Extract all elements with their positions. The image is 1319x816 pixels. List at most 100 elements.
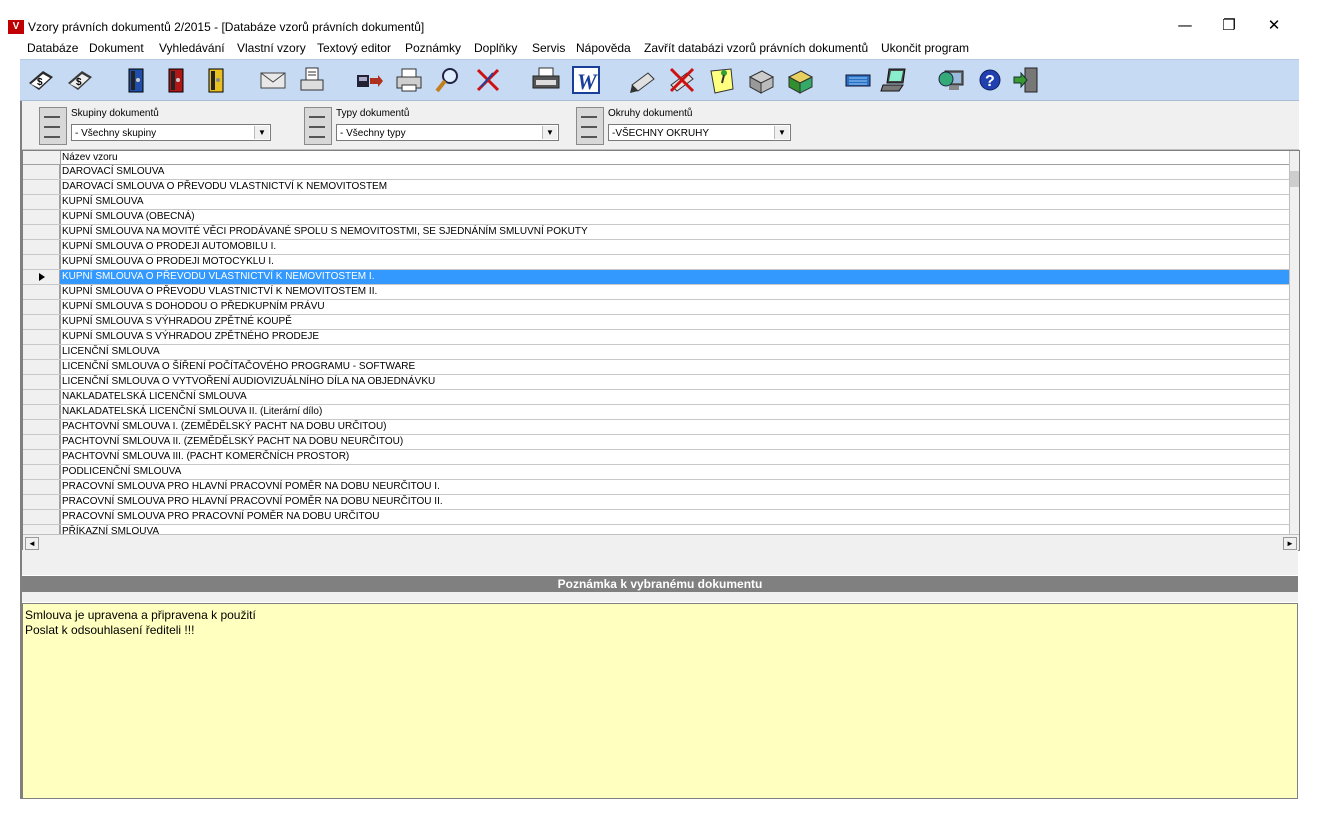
row-indicator[interactable] [23, 180, 60, 194]
table-row[interactable]: PODLICENČNÍ SMLOUVA [23, 465, 1289, 480]
pen-cross-button[interactable] [666, 64, 698, 96]
table-row[interactable]: KUPNÍ SMLOUVA S VÝHRADOU ZPĚTNÉ KOUPĚ [23, 315, 1289, 330]
close-button[interactable]: ✕ [1252, 10, 1296, 40]
row-indicator[interactable] [23, 210, 60, 224]
menu-textovy-editor[interactable]: Textový editor [317, 41, 391, 55]
row-indicator[interactable] [23, 495, 60, 509]
row-indicator[interactable] [23, 450, 60, 464]
horizontal-scrollbar[interactable]: ◄ ► [23, 534, 1299, 550]
yellow-binder-button[interactable] [200, 64, 232, 96]
help-button[interactable]: ? [974, 64, 1006, 96]
groups-select[interactable]: - Všechny skupiny ▼ [71, 124, 271, 141]
menu-ukoncit-program[interactable]: Ukončit program [881, 41, 969, 55]
exit-door-button[interactable] [1010, 64, 1042, 96]
menu-vyhledavani[interactable]: Vyhledávání [159, 41, 225, 55]
menu-dokument[interactable]: Dokument [89, 41, 144, 55]
printer-document-button[interactable] [296, 64, 328, 96]
note-textarea[interactable]: Smlouva je upravena a připravena k použi… [22, 603, 1298, 799]
pen-button[interactable] [627, 64, 659, 96]
table-row[interactable]: KUPNÍ SMLOUVA (OBECNÁ) [23, 210, 1289, 225]
row-indicator[interactable] [23, 240, 60, 254]
menu-servis[interactable]: Servis [532, 41, 565, 55]
table-row[interactable]: DAROVACÍ SMLOUVA O PŘEVODU VLASTNICTVÍ K… [23, 180, 1289, 195]
areas-select[interactable]: -VŠECHNY OKRUHY ▼ [608, 124, 791, 141]
table-row[interactable]: KUPNÍ SMLOUVA [23, 195, 1289, 210]
types-select[interactable]: - Všechny typy ▼ [336, 124, 559, 141]
book-dollar-button[interactable]: $ [25, 64, 57, 96]
table-row[interactable]: LICENČNÍ SMLOUVA O ŠÍŘENÍ POČÍTAČOVÉHO P… [23, 360, 1289, 375]
row-indicator[interactable] [23, 345, 60, 359]
row-indicator[interactable] [23, 390, 60, 404]
chevron-down-icon[interactable]: ▼ [774, 126, 789, 139]
table-row[interactable]: LICENČNÍ SMLOUVA O VYTVOŘENÍ AUDIOVIZUÁL… [23, 375, 1289, 390]
box-arrow-button[interactable] [784, 64, 816, 96]
cabinet-button[interactable] [745, 64, 777, 96]
row-indicator[interactable] [23, 315, 60, 329]
row-indicator[interactable] [23, 435, 60, 449]
menu-poznamky[interactable]: Poznámky [405, 41, 461, 55]
row-indicator[interactable] [23, 420, 60, 434]
cross-pencils-button[interactable] [472, 64, 504, 96]
row-indicator[interactable] [23, 465, 60, 479]
row-indicator[interactable] [23, 405, 60, 419]
printer-button[interactable] [393, 64, 425, 96]
vertical-scrollbar[interactable] [1289, 151, 1299, 534]
splitter[interactable] [22, 550, 1298, 575]
row-indicator[interactable] [23, 255, 60, 269]
row-indicator[interactable] [23, 285, 60, 299]
table-row[interactable]: PACHTOVNÍ SMLOUVA II. (ZEMĚDĚLSKÝ PACHT … [23, 435, 1289, 450]
table-row[interactable]: LICENČNÍ SMLOUVA [23, 345, 1289, 360]
scroll-left-icon[interactable]: ◄ [25, 537, 39, 550]
table-row[interactable]: NAKLADATELSKÁ LICENČNÍ SMLOUVA II. (Lite… [23, 405, 1289, 420]
table-row[interactable]: KUPNÍ SMLOUVA O PRODEJI AUTOMOBILU I. [23, 240, 1289, 255]
menu-vlastni-vzory[interactable]: Vlastní vzory [237, 41, 306, 55]
globe-monitor-button[interactable] [936, 64, 968, 96]
row-indicator[interactable] [23, 480, 60, 494]
table-row[interactable]: KUPNÍ SMLOUVA S VÝHRADOU ZPĚTNÉHO PRODEJ… [23, 330, 1289, 345]
table-row[interactable]: KUPNÍ SMLOUVA O PŘEVODU VLASTNICTVÍ K NE… [23, 285, 1289, 300]
row-indicator[interactable] [23, 270, 60, 284]
envelope-button[interactable] [257, 64, 289, 96]
row-indicator[interactable] [23, 300, 60, 314]
blue-binder-button[interactable] [120, 64, 152, 96]
menu-doplnky[interactable]: Doplňky [474, 41, 517, 55]
word-button[interactable]: W [570, 64, 602, 96]
table-row[interactable]: NAKLADATELSKÁ LICENČNÍ SMLOUVA [23, 390, 1289, 405]
export-button[interactable] [353, 64, 385, 96]
chevron-down-icon[interactable]: ▼ [254, 126, 269, 139]
table-row[interactable]: KUPNÍ SMLOUVA S DOHODOU O PŘEDKUPNÍM PRÁ… [23, 300, 1289, 315]
types-filter-icon[interactable] [304, 107, 332, 145]
book-dollar-alt-button[interactable]: $ [64, 64, 96, 96]
scroll-right-icon[interactable]: ► [1283, 537, 1297, 550]
table-row[interactable]: KUPNÍ SMLOUVA O PŘEVODU VLASTNICTVÍ K NE… [23, 270, 1289, 285]
magnifier-button[interactable] [432, 64, 464, 96]
row-indicator[interactable] [23, 360, 60, 374]
table-row[interactable]: DAROVACÍ SMLOUVA [23, 165, 1289, 180]
row-indicator[interactable] [23, 375, 60, 389]
restore-button[interactable]: ❐ [1207, 10, 1251, 40]
red-binder-button[interactable] [160, 64, 192, 96]
table-row[interactable]: PACHTOVNÍ SMLOUVA I. (ZEMĚDĚLSKÝ PACHT N… [23, 420, 1289, 435]
keyboard-button[interactable] [842, 64, 874, 96]
laptop-button[interactable] [878, 64, 910, 96]
typewriter-button[interactable] [530, 64, 562, 96]
table-row[interactable]: PRACOVNÍ SMLOUVA PRO HLAVNÍ PRACOVNÍ POM… [23, 495, 1289, 510]
table-row[interactable]: KUPNÍ SMLOUVA O PRODEJI MOTOCYKLU I. [23, 255, 1289, 270]
vertical-scroll-thumb[interactable] [1290, 171, 1299, 187]
menu-napoveda[interactable]: Nápověda [576, 41, 631, 55]
row-indicator[interactable] [23, 330, 60, 344]
areas-filter-icon[interactable] [576, 107, 604, 145]
table-row[interactable]: KUPNÍ SMLOUVA NA MOVITÉ VĚCI PRODÁVANÉ S… [23, 225, 1289, 240]
row-indicator[interactable] [23, 165, 60, 179]
chevron-down-icon[interactable]: ▼ [542, 126, 557, 139]
table-row[interactable]: PRACOVNÍ SMLOUVA PRO PRACOVNÍ POMĚR NA D… [23, 510, 1289, 525]
minimize-button[interactable]: — [1163, 10, 1207, 40]
menu-zavrit-databazi[interactable]: Zavřít databázi vzorů právních dokumentů [644, 41, 868, 55]
table-row[interactable]: PACHTOVNÍ SMLOUVA III. (PACHT KOMERČNÍCH… [23, 450, 1289, 465]
menu-databaze[interactable]: Databáze [27, 41, 78, 55]
row-indicator[interactable] [23, 225, 60, 239]
row-indicator[interactable] [23, 510, 60, 524]
row-indicator[interactable] [23, 195, 60, 209]
note-pin-button[interactable] [706, 64, 738, 96]
groups-filter-icon[interactable] [39, 107, 67, 145]
